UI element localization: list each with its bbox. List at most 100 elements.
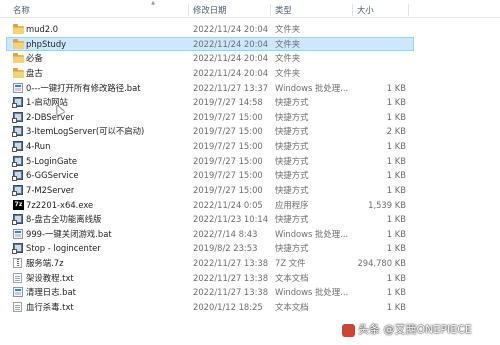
sort-ascending-icon: ▲	[151, 0, 155, 6]
file-type: 快捷方式	[275, 97, 309, 108]
column-divider[interactable]	[270, 4, 271, 16]
shortcut-icon	[12, 170, 23, 182]
file-size: 1 KB	[386, 111, 406, 122]
file-row[interactable]: 架设教程.txt 2022/11/27 13:38 文本文档 1 KB	[0, 271, 500, 286]
file-type: 文件夹	[275, 24, 301, 34]
file-modified-date: 2019/7/27 15:00	[193, 155, 263, 166]
file-row[interactable]: 盘古 2022/11/24 20:04 文件夹	[0, 66, 500, 81]
file-row[interactable]: 4-Run 2019/7/27 15:00 快捷方式 1 KB	[0, 139, 500, 154]
file-type: 快捷方式	[275, 155, 309, 166]
toutiao-logo-icon	[342, 323, 355, 337]
file-row[interactable]: 清理日志.bat 2022/11/27 13:38 Windows 批处理... 1 …	[0, 285, 500, 300]
file-type: 快捷方式	[275, 126, 309, 137]
column-header-date[interactable]: 修改日期	[193, 4, 227, 16]
file-size: 1 KB	[386, 82, 406, 93]
7zip-installer-icon: 7z	[13, 199, 24, 210]
file-row[interactable]: 1-启动网站 2019/7/27 14:58 快捷方式 1 KB	[0, 95, 500, 110]
file-row[interactable]: Stop - logincenter 2019/8/2 23:53 快捷方式 1 KB	[0, 241, 500, 256]
file-size: 1 KB	[386, 228, 406, 239]
file-name: mud2.0	[26, 24, 59, 34]
file-row[interactable]: 必备 2022/11/24 20:04 文件夹	[0, 51, 500, 66]
file-size: 1 KB	[386, 214, 406, 225]
file-list: mud2.0 2022/11/24 20:04 文件夹 phpStudy 2022/11…	[0, 22, 500, 315]
file-size: 294,780 KB	[357, 258, 406, 268]
file-name: 3-ItemLogServer(可以不启动)	[26, 126, 145, 137]
file-row[interactable]: 6-GGService 2019/7/27 15:00 快捷方式 1 KB	[0, 168, 500, 183]
file-type: 快捷方式	[275, 214, 309, 225]
file-name: 5-LoginGate	[26, 155, 78, 166]
file-type: 快捷方式	[275, 170, 309, 181]
file-modified-date: 2019/7/27 15:00	[193, 141, 263, 151]
file-modified-date: 2019/7/27 14:58	[193, 97, 263, 108]
file-modified-date: 2019/8/2 23:53	[193, 243, 258, 254]
batch-file-icon	[13, 228, 23, 239]
file-size: 1 KB	[386, 184, 406, 195]
file-modified-date: 2022/11/27 13:37	[193, 82, 269, 93]
file-type: Windows 批处理...	[275, 228, 349, 239]
file-modified-date: 2022/7/14 8:43	[193, 228, 258, 239]
file-type: Windows 批处理...	[275, 82, 349, 93]
file-size: 1,539 KB	[368, 199, 406, 210]
column-header-name[interactable]: 名称	[13, 4, 30, 16]
file-modified-date: 2019/7/27 15:00	[193, 184, 263, 195]
file-row[interactable]: 0---一键打开所有修改路径.bat 2022/11/27 13:37 Window…	[0, 81, 500, 96]
shortcut-icon	[12, 214, 23, 226]
column-header-type[interactable]: 类型	[275, 4, 292, 16]
file-name: 血行杀毒.txt	[26, 301, 74, 312]
file-row[interactable]: 7-M2Server 2019/7/27 15:00 快捷方式 1 KB	[0, 183, 500, 198]
column-divider[interactable]	[352, 4, 353, 16]
file-modified-date: 2019/7/27 15:00	[193, 111, 263, 122]
file-row[interactable]: 8-盘古全功能离线版 2022/11/23 10:14 快捷方式 1 KB	[0, 212, 500, 227]
text-file-icon	[13, 301, 22, 312]
file-row[interactable]: 服务端.7z 2022/11/27 13:38 7Z 文件 294,780 KB	[0, 256, 500, 271]
column-divider[interactable]	[188, 4, 189, 16]
column-divider[interactable]	[408, 4, 409, 16]
file-type: 快捷方式	[275, 243, 309, 254]
file-row[interactable]: 5-LoginGate 2019/7/27 15:00 快捷方式 1 KB	[0, 154, 500, 169]
file-size: 2 KB	[386, 126, 406, 137]
file-name: phpStudy	[26, 38, 67, 49]
file-name: 2-DBServer	[26, 111, 74, 122]
column-header-size[interactable]: 大小	[357, 4, 374, 16]
folder-icon	[13, 24, 24, 34]
file-modified-date: 2022/11/24 20:04	[193, 24, 269, 34]
file-modified-date: 2022/11/24 0:05	[193, 199, 263, 210]
stop-shortcut-icon	[12, 243, 23, 255]
file-name: Stop - logincenter	[26, 243, 101, 254]
file-name: 盘古	[26, 67, 43, 78]
shortcut-icon	[12, 126, 23, 138]
file-row[interactable]: 血行杀毒.txt 2020/1/12 18:25 文本文档 1 KB	[0, 300, 500, 315]
folder-icon	[13, 38, 24, 49]
file-modified-date: 2022/11/24 20:04	[193, 67, 269, 78]
file-size: 1 KB	[386, 141, 406, 151]
file-type: 快捷方式	[275, 184, 309, 195]
shortcut-icon	[12, 111, 23, 123]
file-type: 文本文档	[275, 272, 309, 283]
file-modified-date: 2022/11/23 10:14	[193, 214, 269, 225]
watermark: 头条 @艾西ONEPIECE	[342, 322, 472, 338]
file-row[interactable]: 7z 7z2201-x64.exe 2022/11/24 0:05 应用程序 1,539…	[0, 198, 500, 213]
file-name: 8-盘古全功能离线版	[26, 214, 102, 225]
file-type: 应用程序	[275, 199, 309, 210]
file-modified-date: 2022/11/27 13:38	[193, 272, 269, 283]
shortcut-icon	[12, 184, 23, 196]
file-size: 1 KB	[386, 170, 406, 181]
column-header-bar: 名称 ▲ 修改日期 类型 大小	[0, 0, 500, 18]
file-size: 1 KB	[386, 301, 406, 312]
file-row[interactable]: mud2.0 2022/11/24 20:04 文件夹	[0, 22, 500, 37]
batch-file-icon	[13, 82, 23, 93]
file-row[interactable]: 2-DBServer 2019/7/27 15:00 快捷方式 1 KB	[0, 110, 500, 125]
file-row[interactable]: 999-一键关闭游戏.bat 2022/7/14 8:43 Windows 批处理.…	[0, 227, 500, 242]
file-name: 架设教程.txt	[26, 272, 74, 283]
file-row[interactable]: phpStudy 2022/11/24 20:04 文件夹	[6, 36, 414, 52]
file-name: 4-Run	[26, 141, 51, 151]
file-modified-date: 2022/11/24 20:04	[193, 38, 269, 49]
file-name: 7-M2Server	[26, 184, 75, 195]
file-name: 必备	[26, 53, 43, 64]
file-size: 1 KB	[386, 243, 406, 254]
file-modified-date: 2019/7/27 15:00	[193, 126, 263, 137]
file-name: 清理日志.bat	[26, 287, 76, 298]
file-row[interactable]: 3-ItemLogServer(可以不启动) 2019/7/27 15:00 快捷方…	[0, 124, 500, 139]
folder-icon	[13, 53, 24, 64]
file-type: 快捷方式	[275, 141, 309, 151]
